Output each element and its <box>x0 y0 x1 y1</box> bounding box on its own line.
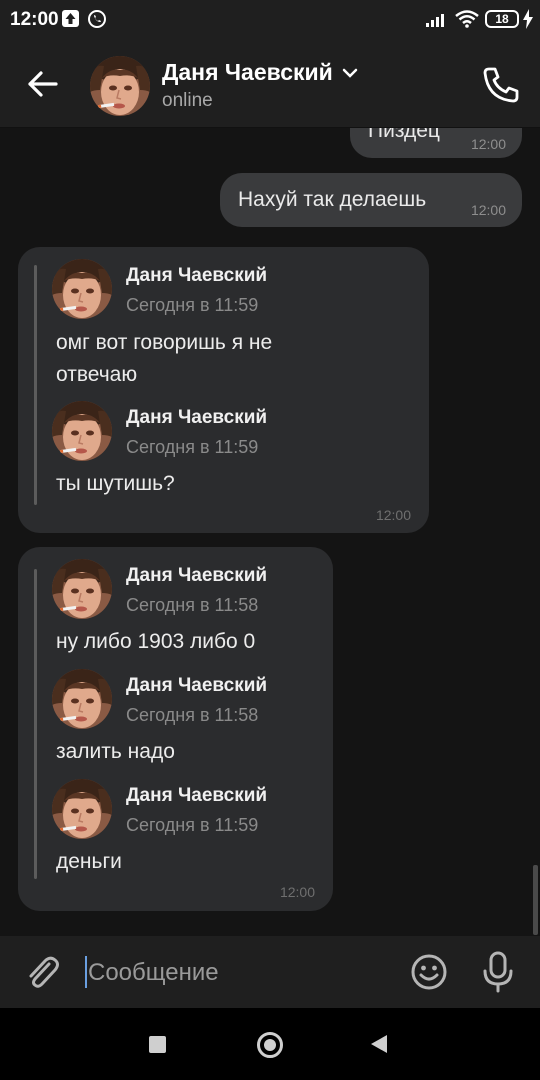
status-time: 12:00 <box>10 9 59 30</box>
forward-author[interactable]: Даня Чаевский <box>126 785 267 807</box>
chevron-down-icon[interactable] <box>342 67 358 79</box>
forward-date: Сегодня в 11:59 <box>126 437 259 457</box>
forward-date: Сегодня в 11:59 <box>126 815 259 835</box>
forward-bar <box>34 265 37 505</box>
forward-author[interactable]: Даня Чаевский <box>126 407 267 429</box>
incoming-message[interactable]: Даня Чаевский Сегодня в 11:59 омг вот го… <box>18 247 429 533</box>
home-circle-icon[interactable] <box>257 1032 283 1058</box>
forward-author[interactable]: Даня Чаевский <box>126 265 267 287</box>
message-time: 12:00 <box>470 136 506 152</box>
whatsapp-icon <box>88 10 106 28</box>
signal-icon <box>426 14 444 27</box>
emoji-icon[interactable] <box>410 953 448 991</box>
forward-date: Сегодня в 11:59 <box>126 295 259 315</box>
wifi-icon <box>455 10 479 28</box>
scrollbar[interactable] <box>533 865 538 935</box>
status-bar: 12:00 18 <box>0 0 540 40</box>
outgoing-message[interactable]: Нахуй так делаешь 12:00 <box>220 173 522 227</box>
avatar[interactable] <box>52 559 112 619</box>
message-list[interactable]: Пиздец 12:00 Нахуй так делаешь 12:00 Дан… <box>0 128 540 936</box>
message-input[interactable] <box>88 956 388 990</box>
message-time: 12:00 <box>279 884 315 900</box>
forward-text-line: омг вот говоришь я не <box>56 331 273 354</box>
contact-name[interactable]: Даня Чаевский <box>162 59 333 86</box>
forward-date: Сегодня в 11:58 <box>126 705 259 725</box>
phone-icon[interactable] <box>480 64 522 106</box>
avatar[interactable] <box>52 669 112 729</box>
avatar[interactable] <box>90 56 150 116</box>
forward-text: залить надо <box>56 740 175 763</box>
paperclip-icon[interactable] <box>22 952 62 992</box>
incoming-message[interactable]: Даня Чаевский Сегодня в 11:58 ну либо 19… <box>18 547 333 911</box>
forward-date: Сегодня в 11:58 <box>126 595 259 615</box>
avatar[interactable] <box>52 259 112 319</box>
text-cursor <box>85 956 87 988</box>
microphone-icon[interactable] <box>480 951 516 993</box>
battery-icon: 18 <box>485 10 519 28</box>
message-text: Пиздец <box>368 128 440 142</box>
charging-icon <box>523 9 533 29</box>
forward-author[interactable]: Даня Чаевский <box>126 675 267 697</box>
recents-square-icon[interactable] <box>149 1036 166 1053</box>
forward-text: деньги <box>56 850 122 873</box>
forward-text: ты шутишь? <box>56 472 175 495</box>
message-composer <box>0 936 540 1008</box>
message-text: Нахуй так делаешь <box>238 188 427 211</box>
forward-text: ну либо 1903 либо 0 <box>56 630 256 653</box>
upload-icon <box>62 10 79 27</box>
outgoing-message[interactable]: Пиздец 12:00 <box>350 128 522 158</box>
message-time: 12:00 <box>375 507 411 523</box>
system-nav-bar <box>0 1008 540 1080</box>
avatar[interactable] <box>52 779 112 839</box>
contact-status: online <box>162 90 213 111</box>
back-arrow-icon[interactable] <box>20 64 64 104</box>
forward-text: омг вот говоришь я не отвечаю <box>56 327 356 391</box>
back-triangle-icon[interactable] <box>370 1034 388 1054</box>
avatar[interactable] <box>52 401 112 461</box>
forward-text-line: отвечаю <box>56 363 138 386</box>
message-time: 12:00 <box>470 202 506 218</box>
forward-bar <box>34 569 37 879</box>
forward-author[interactable]: Даня Чаевский <box>126 565 267 587</box>
chat-header: Даня Чаевский online <box>0 40 540 128</box>
